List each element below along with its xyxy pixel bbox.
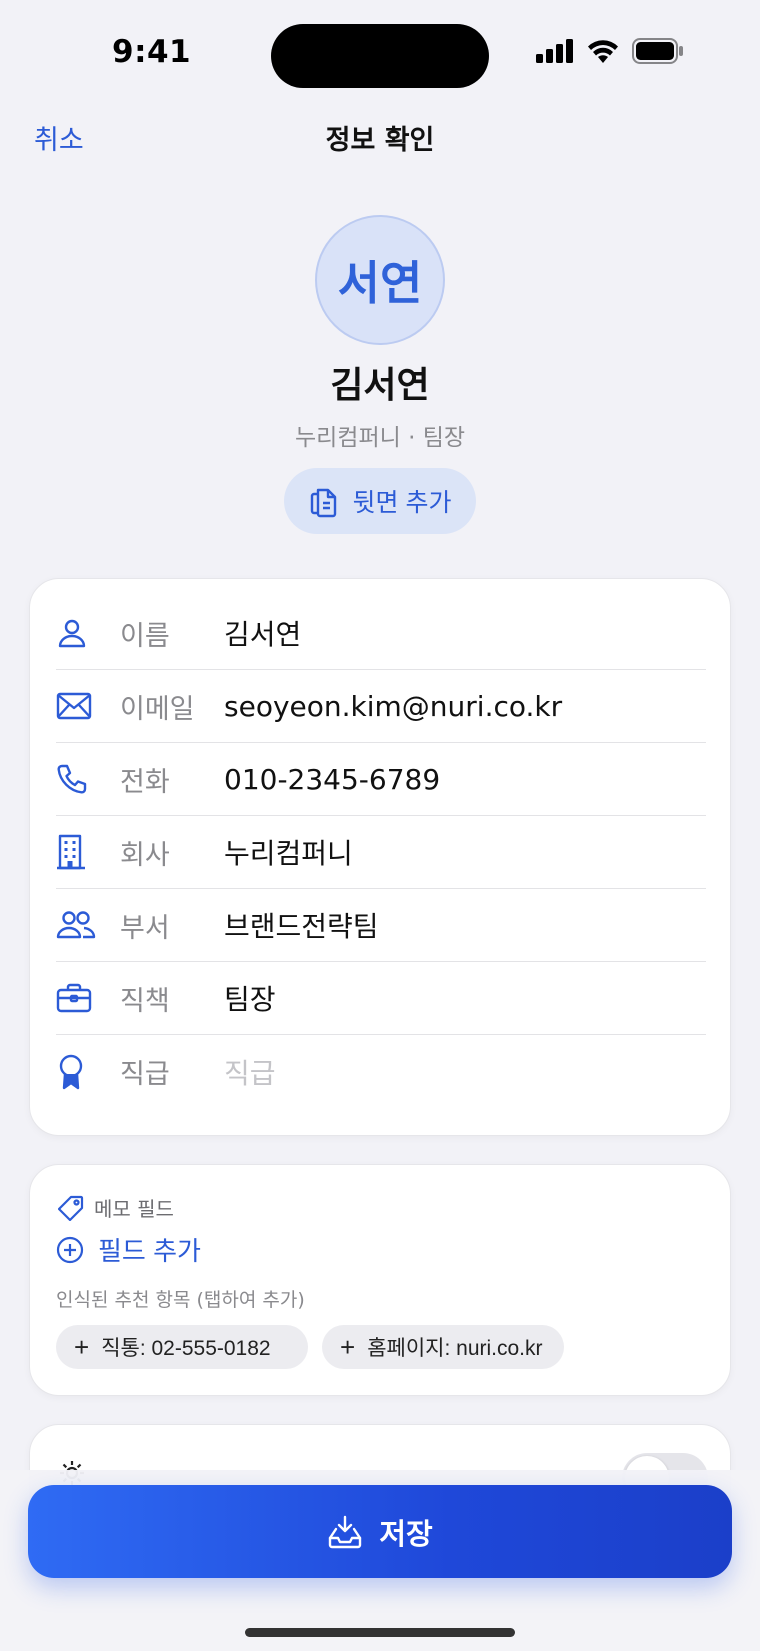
- status-icons: [536, 38, 684, 64]
- field-value-name[interactable]: 김서연: [214, 613, 706, 653]
- envelope-icon: [56, 692, 92, 720]
- suggestion-chip-homepage[interactable]: + 홈페이지: nuri.co.kr: [322, 1325, 564, 1369]
- cancel-button[interactable]: 취소: [34, 118, 84, 157]
- navigation-bar: 정보 확인 취소: [0, 110, 760, 170]
- field-label: 회사: [120, 839, 170, 871]
- battery-icon: [632, 38, 683, 64]
- plus-icon: +: [340, 1332, 356, 1362]
- field-value-company[interactable]: 누리컴퍼니: [214, 832, 706, 872]
- plus-icon: +: [74, 1332, 90, 1362]
- field-value-department[interactable]: 브랜드전략팀: [214, 905, 706, 945]
- tag-icon: [58, 1195, 84, 1221]
- field-label: 부서: [120, 912, 170, 944]
- profile-subtitle: 누리컴퍼니 · 팀장: [294, 425, 466, 451]
- building-icon: [57, 834, 85, 870]
- save-label: 저장: [379, 1518, 433, 1551]
- plus-circle-icon: [56, 1236, 84, 1263]
- field-row-rank[interactable]: 직급 직급: [56, 1035, 706, 1108]
- briefcase-icon: [56, 983, 92, 1013]
- wifi-icon: [588, 39, 618, 63]
- field-row-position[interactable]: 직책 팀장: [56, 962, 706, 1035]
- field-row-department[interactable]: 부서 브랜드전략팀: [56, 889, 706, 962]
- people-icon: [56, 911, 96, 939]
- field-label: 이름: [120, 620, 170, 652]
- contact-info-card: 이름 김서연 이메일 seoyeon.kim@nuri.co.kr 전화 010…: [29, 578, 731, 1136]
- add-field-label: 필드 추가: [98, 1236, 201, 1266]
- person-icon: [58, 619, 86, 648]
- field-row-phone[interactable]: 전화 010-2345-6789: [56, 743, 706, 816]
- memo-field-card: 메모 필드 필드 추가 인식된 추천 항목 (탭하여 추가) + 직통: 02-…: [29, 1164, 731, 1396]
- inbox-download-icon: [329, 1515, 362, 1548]
- award-icon: [59, 1054, 83, 1089]
- dynamic-island: [271, 24, 489, 88]
- field-value-position[interactable]: 팀장: [214, 978, 706, 1018]
- copy-document-icon: [310, 488, 336, 518]
- add-back-side-label: 뒷면 추가: [352, 489, 452, 517]
- field-label: 직책: [120, 985, 170, 1017]
- suggestion-chips: + 직통: 02-555-0182 + 홈페이지: nuri.co.kr: [56, 1325, 564, 1369]
- field-row-name[interactable]: 이름 김서연: [56, 597, 706, 670]
- memo-title: 메모 필드: [94, 1197, 174, 1221]
- status-time: 9:41: [112, 34, 192, 70]
- suggestion-chip-direct-phone[interactable]: + 직통: 02-555-0182: [56, 1325, 308, 1369]
- field-label: 직급: [120, 1059, 170, 1090]
- field-row-company[interactable]: 회사 누리컴퍼니: [56, 816, 706, 889]
- field-value-email[interactable]: seoyeon.kim@nuri.co.kr: [214, 690, 706, 723]
- field-label: 이메일: [120, 693, 195, 725]
- field-value-phone[interactable]: 010-2345-6789: [214, 763, 706, 796]
- add-back-side-button[interactable]: 뒷면 추가: [284, 468, 476, 534]
- suggestion-caption: 인식된 추천 항목 (탭하여 추가): [56, 1289, 305, 1311]
- add-field-button[interactable]: 필드 추가: [56, 1231, 201, 1268]
- profile-name: 김서연: [330, 365, 430, 406]
- phone-icon: [57, 764, 87, 794]
- field-row-email[interactable]: 이메일 seoyeon.kim@nuri.co.kr: [56, 670, 706, 743]
- avatar-initials: 서연: [337, 256, 423, 310]
- rank-input-placeholder[interactable]: 직급: [214, 1052, 706, 1092]
- home-indicator: [245, 1628, 515, 1637]
- chip-label: 홈페이지: nuri.co.kr: [367, 1337, 543, 1360]
- chip-label: 직통: 02-555-0182: [101, 1337, 271, 1360]
- avatar: 서연: [315, 215, 445, 345]
- field-label: 전화: [120, 766, 170, 798]
- memo-header: 메모 필드: [58, 1193, 174, 1222]
- save-button[interactable]: 저장: [28, 1485, 732, 1578]
- page-title: 정보 확인: [325, 125, 435, 156]
- status-bar: 9:41: [0, 0, 760, 110]
- cellular-signal-icon: [536, 39, 573, 63]
